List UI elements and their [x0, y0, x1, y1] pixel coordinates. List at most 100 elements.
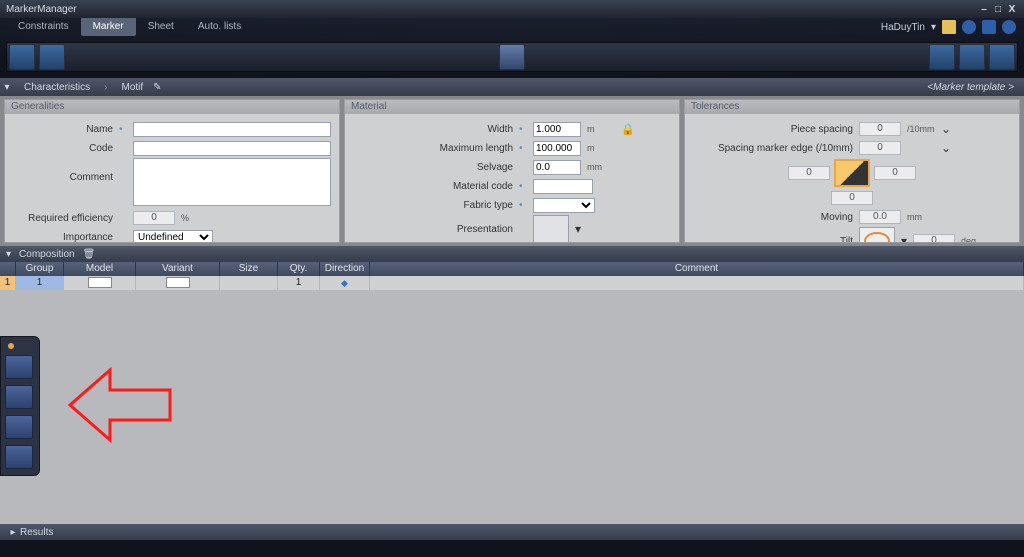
- collapse-characteristics-icon[interactable]: ▾: [0, 82, 14, 93]
- ribbon-action2-icon[interactable]: [959, 44, 985, 70]
- composition-tool-icon[interactable]: 🗑: [83, 249, 96, 260]
- ribbon-new-icon[interactable]: [9, 44, 35, 70]
- tilt-icon[interactable]: [859, 227, 895, 242]
- th-direction[interactable]: Direction: [320, 262, 370, 276]
- width-unit: m: [587, 124, 615, 134]
- maximize-button[interactable]: □: [992, 4, 1004, 15]
- cell-qty[interactable]: 1: [278, 276, 320, 290]
- motif-edit-icon[interactable]: ✎: [153, 82, 161, 93]
- piecesp-label: Piece spacing: [693, 124, 853, 135]
- tab-autolists[interactable]: Auto. lists: [186, 18, 253, 36]
- cell-size[interactable]: [220, 276, 278, 290]
- moving-value[interactable]: 0.0: [859, 210, 901, 224]
- side-dock: [0, 336, 40, 476]
- ribbon-open-icon[interactable]: [39, 44, 65, 70]
- presentation-icon[interactable]: [533, 215, 569, 242]
- edge-left-value[interactable]: 0: [788, 166, 830, 180]
- cell-direction[interactable]: ◆: [320, 276, 370, 290]
- ribbon-toolbar: [6, 42, 1018, 72]
- cell-group[interactable]: 1: [16, 276, 64, 290]
- bottom-gap: [0, 540, 1024, 557]
- dock-indicator-icon: [8, 343, 14, 349]
- tab-sheet[interactable]: Sheet: [136, 18, 186, 36]
- th-comment[interactable]: Comment: [370, 262, 1024, 276]
- th-group[interactable]: Group: [16, 262, 64, 276]
- th-qty[interactable]: Qty.: [278, 262, 320, 276]
- reqeff-unit: %: [181, 213, 209, 223]
- composition-table-header: Group Model Variant Size Qty. Direction …: [0, 262, 1024, 276]
- cell-variant[interactable]: [136, 276, 220, 290]
- matcode-input[interactable]: [533, 179, 593, 194]
- panel-generalities: Generalities Name • Code Comment Require…: [4, 99, 340, 243]
- ribbon-action1-icon[interactable]: [929, 44, 955, 70]
- dock-tool4-icon[interactable]: [5, 445, 33, 469]
- variant-picker-icon[interactable]: [166, 277, 190, 288]
- presentation-label: Presentation: [353, 224, 513, 235]
- fabrictype-select[interactable]: [533, 198, 595, 213]
- motif-preview-icon[interactable]: [834, 159, 870, 187]
- results-title: Results: [20, 527, 53, 538]
- tilt-label: Tilt: [693, 236, 853, 243]
- edge-right-value[interactable]: 0: [874, 166, 916, 180]
- th-size[interactable]: Size: [220, 262, 278, 276]
- ribbon-clipboard-icon[interactable]: [499, 44, 525, 70]
- presentation-dropdown-icon[interactable]: ▾: [575, 222, 581, 236]
- app-title: MarkerManager: [6, 4, 77, 15]
- dock-tool3-icon[interactable]: [5, 415, 33, 439]
- panel-material: Material Width• m 🔒 Maximum length• m Se…: [344, 99, 680, 243]
- selvage-input[interactable]: [533, 160, 581, 175]
- collapse-composition-icon[interactable]: ▾: [6, 249, 11, 260]
- piecesp-value[interactable]: 0: [859, 122, 901, 136]
- maxlen-input[interactable]: [533, 141, 581, 156]
- title-bar: MarkerManager – □ X: [0, 0, 1024, 18]
- reqeff-label: Required efficiency: [13, 213, 113, 224]
- reqeff-value[interactable]: 0: [133, 211, 175, 225]
- user-caret-icon[interactable]: ▾: [931, 22, 936, 33]
- lock-icon[interactable]: 🔒: [621, 123, 635, 136]
- help-icon[interactable]: [1002, 20, 1016, 34]
- spmarker-expand-icon[interactable]: ⌄: [941, 141, 951, 155]
- name-input[interactable]: [133, 122, 331, 137]
- importance-select[interactable]: Undefined: [133, 230, 213, 243]
- width-input[interactable]: [533, 122, 581, 137]
- piecesp-expand-icon[interactable]: ⌄: [941, 122, 951, 136]
- comment-textarea[interactable]: [133, 158, 331, 206]
- cell-idx: 1: [0, 276, 16, 290]
- cell-model[interactable]: [64, 276, 136, 290]
- tilt-dropdown-icon[interactable]: ▾: [901, 234, 907, 242]
- spmarker-label: Spacing marker edge (/10mm): [693, 143, 853, 154]
- tab-constraints[interactable]: Constraints: [6, 18, 81, 36]
- characteristics-bar: ▾ Characteristics › Motif ✎ <Marker temp…: [0, 78, 1024, 96]
- th-variant[interactable]: Variant: [136, 262, 220, 276]
- name-label: Name: [13, 124, 113, 135]
- refresh-icon[interactable]: [982, 20, 996, 34]
- close-button[interactable]: X: [1006, 4, 1018, 15]
- table-row[interactable]: 1 1 1 ◆: [0, 276, 1024, 290]
- spmarker-value[interactable]: 0: [859, 141, 901, 155]
- tilt-value[interactable]: 0: [913, 234, 955, 242]
- cell-comment[interactable]: [370, 276, 1024, 290]
- piecesp-unit: /10mm: [907, 124, 935, 134]
- options-icon[interactable]: [962, 20, 976, 34]
- results-bar[interactable]: ▸ Results: [0, 524, 1024, 540]
- moving-label: Moving: [693, 212, 853, 223]
- edge-bottom-value[interactable]: 0: [831, 191, 873, 205]
- user-name[interactable]: HaDuyTin: [881, 22, 925, 33]
- panel-generalities-title: Generalities: [5, 100, 339, 114]
- motif-label[interactable]: Motif: [111, 82, 153, 93]
- characteristics-label: Characteristics: [14, 82, 100, 93]
- code-input[interactable]: [133, 141, 331, 156]
- ribbon-action3-icon[interactable]: [989, 44, 1015, 70]
- th-model[interactable]: Model: [64, 262, 136, 276]
- fabrictype-label: Fabric type: [353, 200, 513, 211]
- code-label: Code: [13, 143, 113, 154]
- dock-tool2-icon[interactable]: [5, 385, 33, 409]
- bookmark-icon[interactable]: [942, 20, 956, 34]
- minimize-button[interactable]: –: [978, 4, 990, 15]
- tab-marker[interactable]: Marker: [81, 18, 136, 36]
- maxlen-label: Maximum length: [353, 143, 513, 154]
- model-picker-icon[interactable]: [88, 277, 112, 288]
- dock-tool1-icon[interactable]: [5, 355, 33, 379]
- expand-results-icon[interactable]: ▸: [6, 527, 20, 538]
- marker-template-link[interactable]: <Marker template >: [927, 82, 1024, 93]
